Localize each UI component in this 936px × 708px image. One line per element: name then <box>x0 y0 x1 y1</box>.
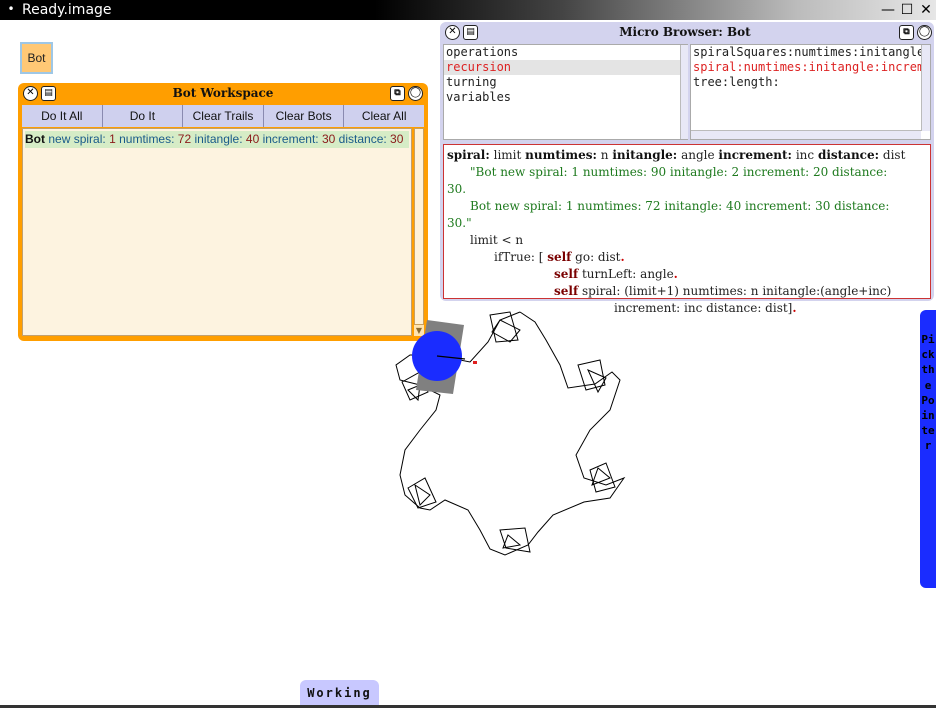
bot-trail-canvas <box>395 311 626 556</box>
bot-marker <box>473 361 477 364</box>
pick-the-pointer-flap[interactable]: Pick the Pointer <box>920 310 936 588</box>
flap-label: Pick the Pointer <box>921 333 935 453</box>
working-tab[interactable]: Working <box>300 680 379 706</box>
